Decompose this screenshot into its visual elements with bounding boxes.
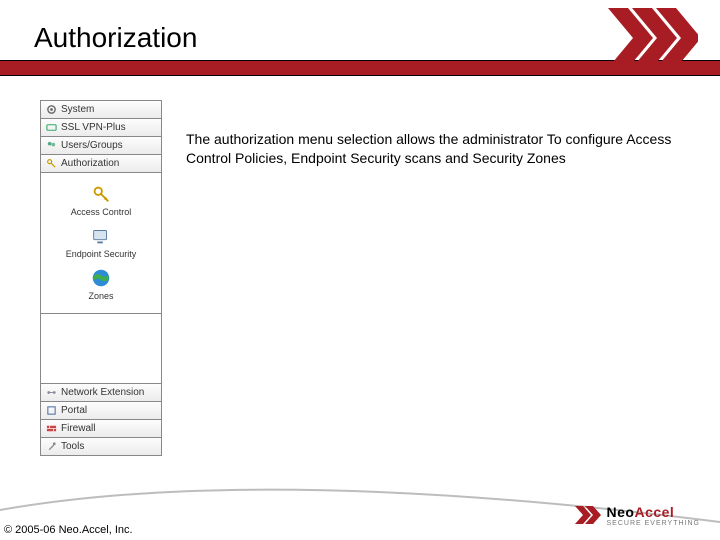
endpoint-security-icon [90,225,112,247]
authorization-submenu: Access Control Endpoint Security Zones [41,173,161,314]
sidebar-item-label: Users/Groups [61,140,123,151]
sidebar-spacer [41,314,161,384]
sidebar-item-network-ext[interactable]: Network Extension [41,384,161,402]
chevrons-decoration [608,8,698,68]
sidebar-item-label: Portal [61,405,87,416]
logo-name: NeoAccel [607,504,701,520]
sidebar-item-system[interactable]: System [41,101,161,119]
neoaccel-logo: NeoAccel SECURE EVERYTHING [575,502,701,528]
sidebar-item-sslvpn[interactable]: SSL VPN-Plus [41,119,161,137]
submenu-access-control[interactable]: Access Control [41,179,161,221]
submenu-zones[interactable]: Zones [41,263,161,305]
page-title: Authorization [34,22,197,54]
firewall-icon [45,423,57,435]
portal-icon [45,405,57,417]
users-icon [45,140,57,152]
copyright-text: © 2005-06 Neo.Accel, Inc. [4,524,133,536]
sidebar-item-tools[interactable]: Tools [41,438,161,456]
sidebar-item-label: SSL VPN-Plus [61,122,126,133]
logo-mark-icon [575,502,601,528]
sidebar-item-portal[interactable]: Portal [41,402,161,420]
admin-sidebar: System SSL VPN-Plus Users/Groups Authori… [40,100,162,456]
zones-globe-icon [90,267,112,289]
sidebar-item-authorization[interactable]: Authorization [41,155,161,173]
logo-accel: Accel [634,504,674,520]
sidebar-item-label: Authorization [61,158,119,169]
sidebar-item-label: System [61,104,94,115]
submenu-label: Zones [88,291,113,301]
sidebar-item-firewall[interactable]: Firewall [41,420,161,438]
tools-icon [45,441,57,453]
submenu-label: Endpoint Security [66,249,137,259]
sidebar-item-label: Tools [61,441,84,452]
network-icon [45,387,57,399]
description-text: The authorization menu selection allows … [186,130,686,168]
key-icon [45,158,57,170]
logo-text-block: NeoAccel SECURE EVERYTHING [607,504,701,527]
vpn-icon [45,122,57,134]
gear-icon [45,104,57,116]
sidebar-item-label: Firewall [61,423,95,434]
sidebar-item-users[interactable]: Users/Groups [41,137,161,155]
logo-neo: Neo [607,504,635,520]
submenu-endpoint-security[interactable]: Endpoint Security [41,221,161,263]
sidebar-item-label: Network Extension [61,387,144,398]
access-control-icon [90,183,112,205]
slide: Authorization System SSL VPN-Plus Users/… [0,0,720,540]
logo-tagline: SECURE EVERYTHING [607,520,701,527]
submenu-label: Access Control [71,207,132,217]
